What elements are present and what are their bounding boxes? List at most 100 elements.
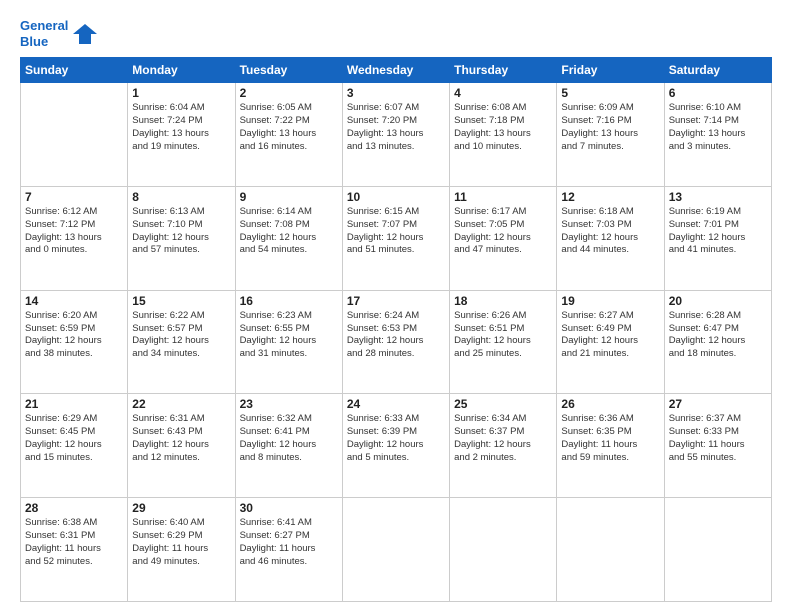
- day-number: 14: [25, 294, 123, 308]
- day-of-week-header: Sunday: [21, 58, 128, 83]
- calendar-cell: 19 Sunrise: 6:27 AM Sunset: 6:49 PM Dayli…: [557, 290, 664, 394]
- day-info: Sunrise: 6:24 AM Sunset: 6:53 PM Dayligh…: [347, 310, 445, 361]
- calendar-cell: 25 Sunrise: 6:34 AM Sunset: 6:37 PM Dayli…: [450, 394, 557, 498]
- day-info: Sunrise: 6:41 AM Sunset: 6:27 PM Dayligh…: [240, 517, 338, 568]
- day-number: 22: [132, 397, 230, 411]
- day-number: 1: [132, 86, 230, 100]
- calendar-cell: 1 Sunrise: 6:04 AM Sunset: 7:24 PM Daylig…: [128, 83, 235, 187]
- calendar-cell: [450, 498, 557, 602]
- day-number: 15: [132, 294, 230, 308]
- calendar-cell: 4 Sunrise: 6:08 AM Sunset: 7:18 PM Daylig…: [450, 83, 557, 187]
- calendar-cell: 26 Sunrise: 6:36 AM Sunset: 6:35 PM Dayli…: [557, 394, 664, 498]
- calendar-cell: 2 Sunrise: 6:05 AM Sunset: 7:22 PM Daylig…: [235, 83, 342, 187]
- day-number: 16: [240, 294, 338, 308]
- day-info: Sunrise: 6:33 AM Sunset: 6:39 PM Dayligh…: [347, 413, 445, 464]
- logo-text-line1: General: [20, 18, 68, 34]
- day-number: 5: [561, 86, 659, 100]
- day-number: 4: [454, 86, 552, 100]
- day-info: Sunrise: 6:31 AM Sunset: 6:43 PM Dayligh…: [132, 413, 230, 464]
- calendar-cell: [342, 498, 449, 602]
- calendar-cell: 20 Sunrise: 6:28 AM Sunset: 6:47 PM Dayli…: [664, 290, 771, 394]
- day-info: Sunrise: 6:05 AM Sunset: 7:22 PM Dayligh…: [240, 102, 338, 153]
- day-number: 24: [347, 397, 445, 411]
- day-of-week-header: Monday: [128, 58, 235, 83]
- calendar-cell: 9Sunrise: 6:14 AM Sunset: 7:08 PM Daylig…: [235, 186, 342, 290]
- calendar-cell: 3 Sunrise: 6:07 AM Sunset: 7:20 PM Daylig…: [342, 83, 449, 187]
- day-of-week-header: Friday: [557, 58, 664, 83]
- day-number: 30: [240, 501, 338, 515]
- day-of-week-header: Thursday: [450, 58, 557, 83]
- day-info: Sunrise: 6:10 AM Sunset: 7:14 PM Dayligh…: [669, 102, 767, 153]
- calendar-cell: 29 Sunrise: 6:40 AM Sunset: 6:29 PM Dayli…: [128, 498, 235, 602]
- calendar-cell: 23 Sunrise: 6:32 AM Sunset: 6:41 PM Dayli…: [235, 394, 342, 498]
- calendar-cell: 7Sunrise: 6:12 AM Sunset: 7:12 PM Daylig…: [21, 186, 128, 290]
- calendar-cell: 5Sunrise: 6:09 AM Sunset: 7:16 PM Daylig…: [557, 83, 664, 187]
- calendar-cell: 30 Sunrise: 6:41 AM Sunset: 6:27 PM Dayli…: [235, 498, 342, 602]
- calendar-cell: 16 Sunrise: 6:23 AM Sunset: 6:55 PM Dayli…: [235, 290, 342, 394]
- day-info: Sunrise: 6:23 AM Sunset: 6:55 PM Dayligh…: [240, 310, 338, 361]
- day-info: Sunrise: 6:28 AM Sunset: 6:47 PM Dayligh…: [669, 310, 767, 361]
- day-number: 8: [132, 190, 230, 204]
- day-info: Sunrise: 6:38 AM Sunset: 6:31 PM Dayligh…: [25, 517, 123, 568]
- calendar-cell: 6 Sunrise: 6:10 AM Sunset: 7:14 PM Daylig…: [664, 83, 771, 187]
- day-info: Sunrise: 6:08 AM Sunset: 7:18 PM Dayligh…: [454, 102, 552, 153]
- day-of-week-header: Wednesday: [342, 58, 449, 83]
- day-info: Sunrise: 6:13 AM Sunset: 7:10 PM Dayligh…: [132, 206, 230, 257]
- day-info: Sunrise: 6:27 AM Sunset: 6:49 PM Dayligh…: [561, 310, 659, 361]
- day-info: Sunrise: 6:17 AM Sunset: 7:05 PM Dayligh…: [454, 206, 552, 257]
- day-number: 19: [561, 294, 659, 308]
- day-info: Sunrise: 6:26 AM Sunset: 6:51 PM Dayligh…: [454, 310, 552, 361]
- day-of-week-header: Tuesday: [235, 58, 342, 83]
- day-number: 20: [669, 294, 767, 308]
- day-number: 27: [669, 397, 767, 411]
- day-number: 29: [132, 501, 230, 515]
- calendar: SundayMondayTuesdayWednesdayThursdayFrid…: [20, 57, 772, 602]
- day-of-week-header: Saturday: [664, 58, 771, 83]
- day-info: Sunrise: 6:36 AM Sunset: 6:35 PM Dayligh…: [561, 413, 659, 464]
- day-number: 10: [347, 190, 445, 204]
- logo-text-line2: Blue: [20, 34, 68, 50]
- calendar-cell: [557, 498, 664, 602]
- calendar-cell: 8 Sunrise: 6:13 AM Sunset: 7:10 PM Daylig…: [128, 186, 235, 290]
- day-number: 6: [669, 86, 767, 100]
- calendar-cell: 21 Sunrise: 6:29 AM Sunset: 6:45 PM Dayli…: [21, 394, 128, 498]
- day-number: 21: [25, 397, 123, 411]
- day-info: Sunrise: 6:04 AM Sunset: 7:24 PM Dayligh…: [132, 102, 230, 153]
- day-info: Sunrise: 6:22 AM Sunset: 6:57 PM Dayligh…: [132, 310, 230, 361]
- calendar-cell: 13Sunrise: 6:19 AM Sunset: 7:01 PM Dayli…: [664, 186, 771, 290]
- day-number: 26: [561, 397, 659, 411]
- day-info: Sunrise: 6:12 AM Sunset: 7:12 PM Dayligh…: [25, 206, 123, 257]
- calendar-cell: [21, 83, 128, 187]
- day-number: 11: [454, 190, 552, 204]
- day-info: Sunrise: 6:37 AM Sunset: 6:33 PM Dayligh…: [669, 413, 767, 464]
- day-info: Sunrise: 6:40 AM Sunset: 6:29 PM Dayligh…: [132, 517, 230, 568]
- day-number: 13: [669, 190, 767, 204]
- calendar-cell: 24 Sunrise: 6:33 AM Sunset: 6:39 PM Dayli…: [342, 394, 449, 498]
- day-info: Sunrise: 6:14 AM Sunset: 7:08 PM Dayligh…: [240, 206, 338, 257]
- calendar-cell: 22 Sunrise: 6:31 AM Sunset: 6:43 PM Dayli…: [128, 394, 235, 498]
- day-info: Sunrise: 6:07 AM Sunset: 7:20 PM Dayligh…: [347, 102, 445, 153]
- day-number: 3: [347, 86, 445, 100]
- calendar-cell: 28 Sunrise: 6:38 AM Sunset: 6:31 PM Dayli…: [21, 498, 128, 602]
- day-info: Sunrise: 6:15 AM Sunset: 7:07 PM Dayligh…: [347, 206, 445, 257]
- day-number: 2: [240, 86, 338, 100]
- day-number: 28: [25, 501, 123, 515]
- day-info: Sunrise: 6:34 AM Sunset: 6:37 PM Dayligh…: [454, 413, 552, 464]
- day-info: Sunrise: 6:18 AM Sunset: 7:03 PM Dayligh…: [561, 206, 659, 257]
- calendar-cell: 10 Sunrise: 6:15 AM Sunset: 7:07 PM Dayli…: [342, 186, 449, 290]
- day-info: Sunrise: 6:20 AM Sunset: 6:59 PM Dayligh…: [25, 310, 123, 361]
- day-number: 25: [454, 397, 552, 411]
- calendar-cell: 18 Sunrise: 6:26 AM Sunset: 6:51 PM Dayli…: [450, 290, 557, 394]
- calendar-cell: 27 Sunrise: 6:37 AM Sunset: 6:33 PM Dayli…: [664, 394, 771, 498]
- day-info: Sunrise: 6:32 AM Sunset: 6:41 PM Dayligh…: [240, 413, 338, 464]
- calendar-cell: 12 Sunrise: 6:18 AM Sunset: 7:03 PM Dayli…: [557, 186, 664, 290]
- day-info: Sunrise: 6:29 AM Sunset: 6:45 PM Dayligh…: [25, 413, 123, 464]
- day-number: 18: [454, 294, 552, 308]
- calendar-cell: 17 Sunrise: 6:24 AM Sunset: 6:53 PM Dayli…: [342, 290, 449, 394]
- day-number: 23: [240, 397, 338, 411]
- calendar-cell: 11 Sunrise: 6:17 AM Sunset: 7:05 PM Dayli…: [450, 186, 557, 290]
- calendar-cell: 15 Sunrise: 6:22 AM Sunset: 6:57 PM Dayli…: [128, 290, 235, 394]
- logo-icon: [71, 20, 99, 48]
- day-number: 17: [347, 294, 445, 308]
- day-number: 12: [561, 190, 659, 204]
